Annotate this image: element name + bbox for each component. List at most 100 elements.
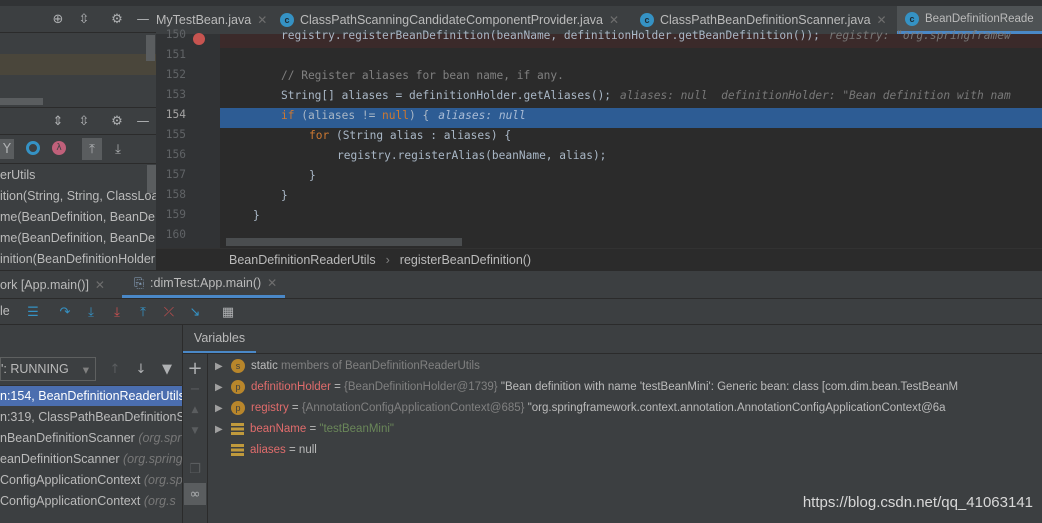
structure-item[interactable]: me(BeanDefinition, BeanDe — [0, 207, 155, 227]
expand-arrow-icon[interactable]: ▶ — [215, 403, 225, 414]
evaluate-expression-icon[interactable]: ▦ — [220, 302, 236, 322]
expand-arrow-icon[interactable]: ▶ — [215, 382, 225, 393]
variable-value: "testBeanMini" — [319, 423, 395, 435]
show-watches-icon[interactable]: ∞ — [184, 483, 206, 505]
variables-tab[interactable]: Variables — [183, 325, 256, 353]
console-tab[interactable]: le — [0, 304, 10, 318]
code-line[interactable]: } — [309, 169, 316, 182]
minimize-icon[interactable]: — — [135, 110, 151, 132]
field-filter-icon[interactable] — [26, 141, 40, 155]
autoscroll-from-source-icon[interactable]: ⤓ — [110, 138, 126, 160]
watermark: https://blog.csdn.net/qq_41063141 — [802, 494, 1033, 511]
filter-icon[interactable]: ▼ — [159, 360, 175, 378]
close-icon[interactable]: ✕ — [877, 13, 887, 27]
move-up-icon[interactable]: ▲ — [185, 400, 205, 420]
collapse-all-icon[interactable]: ⇳ — [76, 110, 92, 132]
tab-label: ClassPathBeanDefinitionScanner.java — [660, 13, 871, 27]
equals: = — [330, 381, 345, 393]
breadcrumb-class[interactable]: BeanDefinitionReaderUtils — [229, 253, 376, 267]
line-number: 158 — [165, 188, 186, 201]
close-icon[interactable]: ✕ — [267, 276, 277, 290]
frame-method: n:154, BeanDefinitionReaderUtils — [0, 389, 182, 403]
structure-item[interactable]: erUtils — [0, 165, 35, 185]
code-line[interactable]: for (String alias : aliases) { — [309, 129, 511, 142]
code-line[interactable]: } — [281, 189, 288, 202]
breakpoint-icon[interactable] — [193, 33, 205, 45]
add-watch-icon[interactable]: + — [185, 358, 205, 379]
variable-row[interactable]: ▶ p registry = {AnnotationConfigApplicatio… — [215, 398, 946, 418]
force-step-into-icon[interactable]: ⤓ — [109, 302, 125, 322]
run-to-cursor-icon[interactable]: ↘ — [187, 302, 203, 322]
frame-item[interactable]: eanDefinitionScanner (org.spring — [0, 449, 182, 469]
frame-item[interactable]: n:154, BeanDefinitionReaderUtils — [0, 386, 182, 406]
scrollbar[interactable] — [146, 35, 155, 61]
frames-layout-icon[interactable]: ☰ — [25, 302, 41, 322]
code-line[interactable]: } — [253, 209, 260, 222]
code-text: registry.registerAlias(beanName, alias); — [337, 149, 607, 162]
copy-icon[interactable]: ❐ — [185, 459, 205, 479]
locate-icon[interactable]: ⊕ — [50, 8, 66, 30]
structure-item[interactable]: ition(String, String, ClassLoa — [0, 186, 158, 206]
variable-row[interactable]: ▶ beanName = "testBeanMini" — [215, 419, 394, 439]
variable-row[interactable]: ▶ p definitionHolder = {BeanDefinitionHold… — [215, 377, 958, 397]
line-number: 156 — [165, 148, 186, 161]
frame-method: ConfigApplicationContext — [0, 494, 141, 508]
debug-tab-dimtest[interactable]: ⎘:dimTest:App.main() ✕ — [122, 271, 286, 298]
code-line[interactable]: // Register aliases for bean name, if an… — [281, 69, 564, 82]
move-down-icon[interactable]: ▼ — [185, 421, 205, 441]
minimize-icon[interactable]: — — [135, 8, 151, 30]
lambda-icon[interactable]: λ — [52, 141, 66, 155]
debug-tab-framework[interactable]: ork [App.main()] ✕ — [0, 271, 105, 299]
variable-row[interactable]: aliases = null — [215, 440, 317, 460]
code-text: registry.registerBeanDefinition(beanName… — [281, 29, 820, 42]
variable-value: "org.springframework.context.annotation.… — [527, 402, 946, 414]
step-out-icon[interactable]: ⤒ — [135, 302, 151, 322]
code-editor[interactable] — [156, 33, 1042, 248]
expand-arrow-icon[interactable]: ▶ — [215, 361, 225, 372]
thread-selector[interactable]: ': RUNNING ▾ — [0, 357, 96, 381]
line-number: 160 — [165, 228, 186, 241]
code-line[interactable]: registry.registerAlias(beanName, alias); — [337, 149, 606, 162]
class-icon: c — [280, 13, 294, 27]
structure-item[interactable]: inition(BeanDefinitionHolder — [0, 249, 155, 269]
hierarchy-icon[interactable]: Y — [0, 139, 14, 159]
step-into-icon[interactable]: ⤓ — [83, 302, 99, 322]
variable-row[interactable]: ▶ s static members of BeanDefinitionReader… — [215, 356, 480, 376]
breadcrumb-method[interactable]: registerBeanDefinition() — [400, 253, 531, 267]
autoscroll-to-source-icon[interactable]: ⤒ — [82, 138, 102, 160]
inline-debug-value: aliases: null definitionHolder: "Bean de… — [620, 89, 1011, 102]
down-arrow-icon[interactable]: ↓ — [133, 360, 149, 378]
variable-name: static — [251, 360, 278, 372]
code-line[interactable]: registry.registerBeanDefinition(beanName… — [281, 29, 1011, 42]
code-line[interactable]: if (aliases != null) {aliases: null — [281, 109, 526, 122]
field-icon — [231, 444, 244, 456]
frame-method: eanDefinitionScanner — [0, 452, 120, 466]
selected-row[interactable] — [0, 54, 156, 75]
gear-icon[interactable]: ⚙ — [108, 8, 126, 30]
frame-item[interactable]: nBeanDefinitionScanner (org.spr — [0, 428, 182, 448]
breadcrumb: BeanDefinitionReaderUtils › registerBean… — [156, 248, 1042, 270]
scroll-thumb[interactable] — [226, 238, 462, 246]
structure-item[interactable]: me(BeanDefinition, BeanDe — [0, 228, 155, 248]
gear-icon[interactable]: ⚙ — [108, 110, 126, 132]
drop-frame-icon[interactable]: ⤫ — [161, 302, 177, 322]
variable-name: aliases — [250, 444, 286, 456]
frame-item[interactable]: n:319, ClassPathBeanDefinitionSc — [0, 407, 182, 427]
expand-arrow-icon[interactable]: ▶ — [215, 424, 225, 435]
tab-label: ClassPathScanningCandidateComponentProvi… — [300, 13, 603, 27]
frame-item[interactable]: ConfigApplicationContext (org.s — [0, 491, 182, 511]
close-icon[interactable]: ✕ — [95, 278, 105, 292]
collapse-icon[interactable]: ⇳ — [76, 8, 92, 30]
expand-all-icon[interactable]: ⇕ — [50, 110, 66, 132]
up-arrow-icon[interactable]: ↑ — [107, 360, 123, 378]
close-icon[interactable]: ✕ — [609, 13, 619, 27]
h-scrollbar[interactable] — [0, 98, 43, 105]
static-icon: s — [231, 359, 245, 373]
code-line[interactable]: String[] aliases = definitionHolder.getA… — [281, 89, 1011, 102]
debug-session-icon: ⎘ — [134, 275, 145, 290]
step-over-icon[interactable]: ↷ — [57, 302, 73, 322]
remove-watch-icon[interactable]: − — [185, 379, 205, 399]
close-icon[interactable]: ✕ — [257, 13, 267, 27]
variable-value: "Bean definition with name 'testBeanMini… — [500, 381, 959, 393]
frame-item[interactable]: ConfigApplicationContext (org.sp — [0, 470, 182, 490]
